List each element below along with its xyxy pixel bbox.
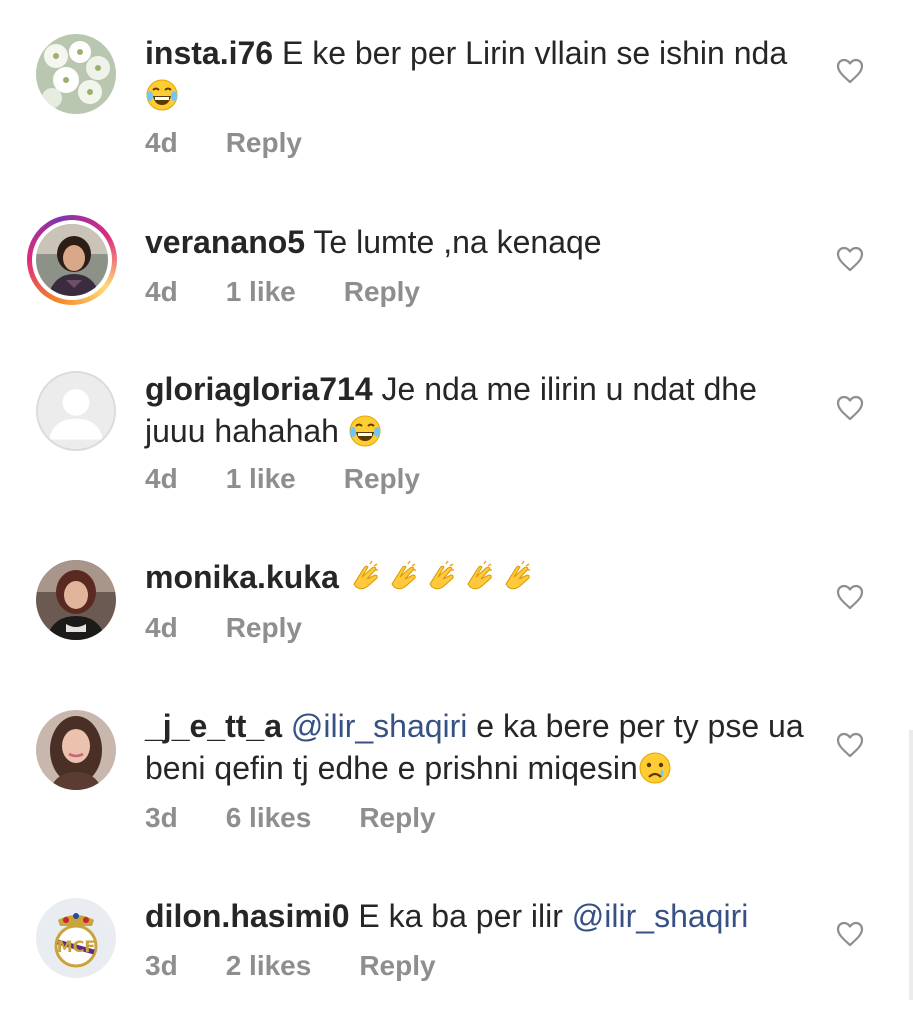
comment-body: Te lumte ,na kenaqe bbox=[305, 224, 602, 260]
reply-button[interactable]: Reply bbox=[344, 461, 420, 497]
comment-likes[interactable]: 2 likes bbox=[226, 948, 312, 984]
reply-button[interactable]: Reply bbox=[344, 274, 420, 310]
comment-text: dilon.hasimi0 E ka ba per ilir @ilir_sha… bbox=[145, 895, 805, 937]
default-profile-icon bbox=[38, 373, 114, 449]
laughing-tears-emoji-icon bbox=[348, 414, 382, 448]
woman-avatar-image bbox=[36, 560, 116, 640]
comment-username[interactable]: insta.i76 bbox=[145, 35, 273, 71]
laughing-tears-emoji-icon bbox=[145, 78, 179, 112]
mention-link[interactable]: @ilir_shaqiri bbox=[572, 898, 749, 934]
comment-username[interactable]: veranano5 bbox=[145, 224, 305, 260]
like-heart-icon[interactable] bbox=[836, 58, 864, 84]
comment-meta: 4d 1 like Reply bbox=[145, 274, 468, 310]
comment-item: veranano5 Te lumte ,na kenaqe 4d 1 like Re… bbox=[0, 180, 913, 330]
like-heart-icon[interactable] bbox=[836, 921, 864, 947]
clapping-hands-emoji-group bbox=[348, 559, 538, 595]
clapping-hands-emoji-icon bbox=[424, 560, 458, 594]
avatar[interactable] bbox=[36, 710, 116, 790]
comment-item: monika.kuka 4d Reply bbox=[0, 510, 913, 680]
flowers-avatar-image bbox=[36, 34, 116, 114]
crying-face-emoji-icon bbox=[638, 751, 672, 785]
like-heart-icon[interactable] bbox=[836, 395, 864, 421]
comment-time: 4d bbox=[145, 127, 178, 158]
comment-body bbox=[339, 559, 348, 595]
clapping-hands-emoji-icon bbox=[348, 560, 382, 594]
reply-button[interactable]: Reply bbox=[226, 125, 302, 161]
comment-time: 3d bbox=[145, 950, 178, 981]
avatar-story-ring[interactable] bbox=[27, 215, 117, 305]
avatar[interactable]: MCF bbox=[36, 898, 116, 978]
comment-item: gloriagloria714 Je nda me ilirin u ndat … bbox=[0, 330, 913, 510]
avatar[interactable] bbox=[36, 34, 116, 114]
reply-button[interactable]: Reply bbox=[359, 800, 435, 836]
woman-avatar-image bbox=[36, 224, 108, 296]
comment-time: 4d bbox=[145, 612, 178, 643]
comment-item: insta.i76 E ke ber per Lirin vllain se i… bbox=[0, 0, 913, 180]
comment-meta: 4d 1 like Reply bbox=[145, 461, 468, 497]
reply-button[interactable]: Reply bbox=[226, 610, 302, 646]
clapping-hands-emoji-icon bbox=[462, 560, 496, 594]
clapping-hands-emoji-icon bbox=[386, 560, 420, 594]
comment-username[interactable]: monika.kuka bbox=[145, 559, 339, 595]
avatar[interactable] bbox=[36, 560, 116, 640]
comment-meta: 3d 6 likes Reply bbox=[145, 800, 484, 836]
comment-likes[interactable]: 1 like bbox=[226, 274, 296, 310]
comment-likes[interactable]: 6 likes bbox=[226, 800, 312, 836]
comment-text: veranano5 Te lumte ,na kenaqe bbox=[145, 221, 805, 263]
like-heart-icon[interactable] bbox=[836, 584, 864, 610]
scrollbar[interactable] bbox=[909, 730, 913, 1000]
comment-item: _j_e_tt_a @ilir_shaqiri e ka bere per ty… bbox=[0, 680, 913, 870]
comment-time: 4d bbox=[145, 276, 178, 307]
like-heart-icon[interactable] bbox=[836, 246, 864, 272]
comment-text: insta.i76 E ke ber per Lirin vllain se i… bbox=[145, 32, 805, 116]
comment-time: 4d bbox=[145, 463, 178, 494]
woman-avatar-image bbox=[36, 710, 116, 790]
comment-likes[interactable]: 1 like bbox=[226, 461, 296, 497]
mention-link[interactable]: @ilir_shaqiri bbox=[291, 708, 468, 744]
real-madrid-crest-icon: MCF bbox=[36, 898, 116, 978]
comment-item: MCF dilon.hasimi0 E ka ba per ilir @ilir… bbox=[0, 870, 913, 1024]
comment-username[interactable]: gloriagloria714 bbox=[145, 371, 373, 407]
comment-username[interactable]: _j_e_tt_a bbox=[145, 708, 282, 744]
comment-meta: 4d Reply bbox=[145, 610, 350, 646]
comment-text: _j_e_tt_a @ilir_shaqiri e ka bere per ty… bbox=[145, 705, 805, 789]
comment-text: monika.kuka bbox=[145, 556, 805, 598]
like-heart-icon[interactable] bbox=[836, 732, 864, 758]
comment-body-prefix bbox=[282, 708, 291, 744]
comment-body: E ka ba per ilir bbox=[349, 898, 572, 934]
comment-meta: 4d Reply bbox=[145, 125, 350, 161]
comment-time: 3d bbox=[145, 802, 178, 833]
comment-body: E ke ber per Lirin vllain se ishin nda bbox=[273, 35, 788, 71]
comment-meta: 3d 2 likes Reply bbox=[145, 948, 484, 984]
comment-username[interactable]: dilon.hasimi0 bbox=[145, 898, 349, 934]
clapping-hands-emoji-icon bbox=[500, 560, 534, 594]
comment-text: gloriagloria714 Je nda me ilirin u ndat … bbox=[145, 368, 805, 452]
reply-button[interactable]: Reply bbox=[359, 948, 435, 984]
svg-text:MCF: MCF bbox=[57, 937, 96, 956]
avatar[interactable] bbox=[36, 371, 116, 451]
